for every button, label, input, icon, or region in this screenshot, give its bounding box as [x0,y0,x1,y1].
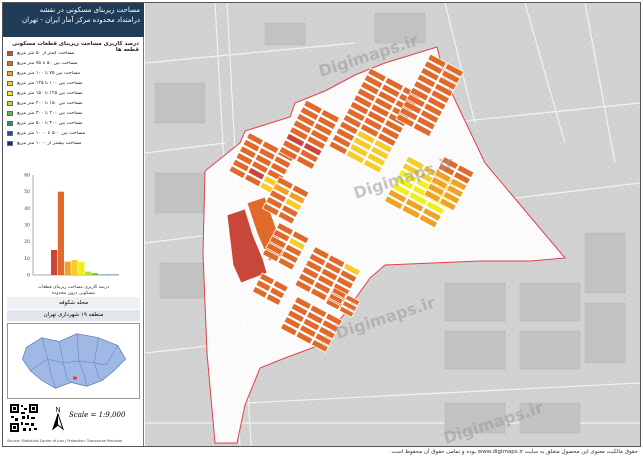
histogram-bar [64,261,71,275]
legend-swatch [7,90,13,96]
histogram-ytick: 50 [24,189,30,195]
histogram-bar [91,273,98,275]
legend-panel: مساحت زیربنای مسکونی در نقشه درامتداد مح… [3,3,144,446]
copyright-footer: حقوق مالکیت معنوی این محصول متعلق به سای… [389,449,638,455]
legend-item: مساحت بین ۱۲۵ تا ۱۵۰ متر مربع [7,88,140,98]
parcel-map: Digimaps.ir Digimaps.ir Digimaps.ir Digi… [145,3,640,446]
scale-area: N Scale = 1:9,000 [7,401,140,437]
legend-label: مساحت بین ۱۰۰ تا ۱۲۵ متر مربع [17,80,83,86]
legend-label: مساحت بین ۷۵ تا ۱۰۰ متر مربع [17,70,81,76]
histogram-ytick: 0 [27,273,30,279]
district-name: منطقه ۱۹ شهرداری تهران [7,310,140,321]
locator-map-graphic [22,333,126,389]
north-arrow-icon: N [51,407,65,431]
histogram-ytick: 20 [24,239,30,245]
legend-item: مساحت بین ۲۰۰ تا ۳۰۰ متر مربع [7,108,140,118]
qr-code-icon [9,403,39,433]
histogram-bar [85,271,92,275]
histogram-ytick: 10 [24,256,30,262]
legend-item: مساحت بین ۷۵ تا ۱۰۰ متر مربع [7,68,140,78]
legend-item: مساحت کمتر از ۵۰ متر مربع [7,48,140,58]
legend-label: مساحت بین ۱۲۵ تا ۱۵۰ متر مربع [17,90,83,96]
neighborhood-name: محله شکوفه [7,297,140,309]
legend-swatch [7,140,13,146]
area-histogram: 0 10 20 30 40 50 60 [24,173,119,279]
histogram-caption: درصد کاربری مساحت زیربنای قطعات مسکونی د… [7,285,140,297]
panel-title: مساحت زیربنای مسکونی در نقشه درامتداد مح… [3,3,144,37]
histogram-bar [51,250,58,275]
panel-title-line1: مساحت زیربنای مسکونی در نقشه [39,6,140,14]
histogram-bar [78,261,85,275]
legend-swatch [7,80,13,86]
legend-swatch [7,120,13,126]
legend-item: مساحت بین ۳۰۰ تا ۵۰۰ متر مربع [7,118,140,128]
panel-title-line2: درامتداد محدوده مرکز آمار ایران - تهران [21,16,140,24]
legend-list: مساحت کمتر از ۵۰ متر مربع مساحت بین ۵۰ ت… [7,48,140,148]
legend-label: مساحت بین ۱۵۰ تا ۲۰۰ متر مربع [17,100,83,106]
legend-label: مساحت بین ۳۰۰ تا ۵۰۰ متر مربع [17,120,83,126]
legend-label: مساحت بین ۲۰۰ تا ۳۰۰ متر مربع [17,110,83,116]
legend-swatch [7,70,13,76]
legend-swatch [7,50,13,56]
histogram-bar [71,260,78,275]
legend-label: مساحت بیشتر از ۱۰۰۰ متر مربع [17,140,82,146]
legend-swatch [7,100,13,106]
legend-item: مساحت بین ۵۰۰ تا ۱۰۰۰ متر مربع [7,128,140,138]
histogram-ytick: 60 [24,173,30,179]
legend-swatch [7,130,13,136]
scale-label: Scale = 1:9,000 [69,411,126,419]
legend-label: مساحت بین ۵۰۰ تا ۱۰۰۰ متر مربع [17,130,86,136]
legend-item: مساحت بین ۱۰۰ تا ۱۲۵ متر مربع [7,78,140,88]
legend-label: مساحت کمتر از ۵۰ متر مربع [17,50,75,56]
histogram-bar [57,191,64,275]
legend-item: مساحت بیشتر از ۱۰۰۰ متر مربع [7,138,140,148]
map-credit: Source: Statistical Center of Iran | Pro… [7,439,123,443]
histogram-ytick: 30 [24,223,30,229]
histogram-bar [105,274,112,275]
legend-label: مساحت بین ۵۰ تا ۷۵ متر مربع [17,60,78,66]
legend-swatch [7,60,13,66]
legend-item: مساحت بین ۱۵۰ تا ۲۰۰ متر مربع [7,98,140,108]
legend-swatch [7,110,13,116]
histogram-bar [98,274,105,275]
histogram-ytick: 40 [24,206,30,212]
locator-map [7,323,140,399]
legend-item: مساحت بین ۵۰ تا ۷۵ متر مربع [7,58,140,68]
